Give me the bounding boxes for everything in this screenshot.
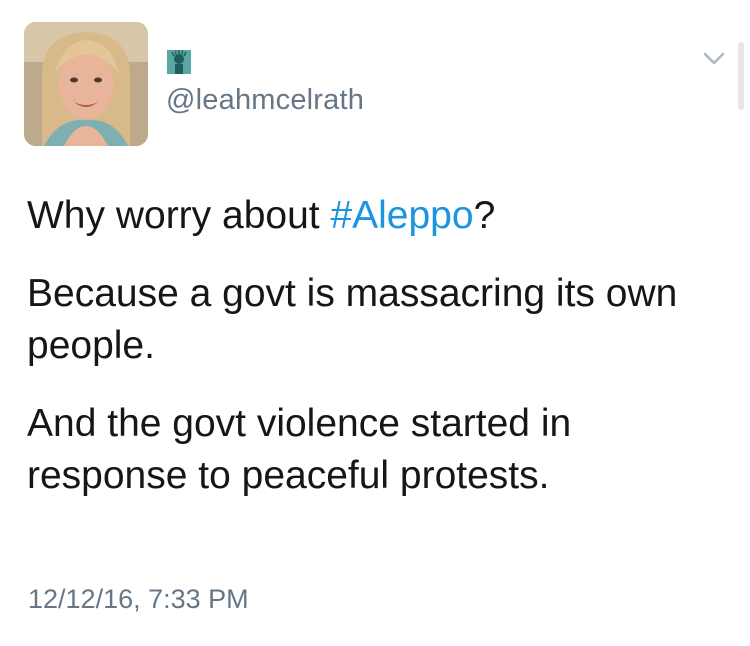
tweet-timestamp: 12/12/16, 7:33 PM <box>28 584 249 614</box>
tweet-paragraph-3: And the govt violence started in respons… <box>27 402 572 497</box>
tweet-paragraph-1: Why worry about #Aleppo? <box>27 190 717 242</box>
tweet-text: Why worry about #Aleppo? Because a govt … <box>27 190 717 528</box>
chevron-down-icon[interactable] <box>703 52 725 66</box>
avatar[interactable] <box>24 22 148 146</box>
hashtag-link[interactable]: #Aleppo <box>330 194 473 237</box>
user-handle[interactable]: @leahmcelrath <box>166 84 364 117</box>
scroll-indicator[interactable] <box>738 42 744 110</box>
tweet-paragraph-2: Because a govt is massacring its own peo… <box>27 272 678 367</box>
tweet-line1-text: Why worry about <box>27 194 331 237</box>
statue-of-liberty-icon <box>167 50 191 74</box>
tweet-line1-punct: ? <box>473 194 496 237</box>
